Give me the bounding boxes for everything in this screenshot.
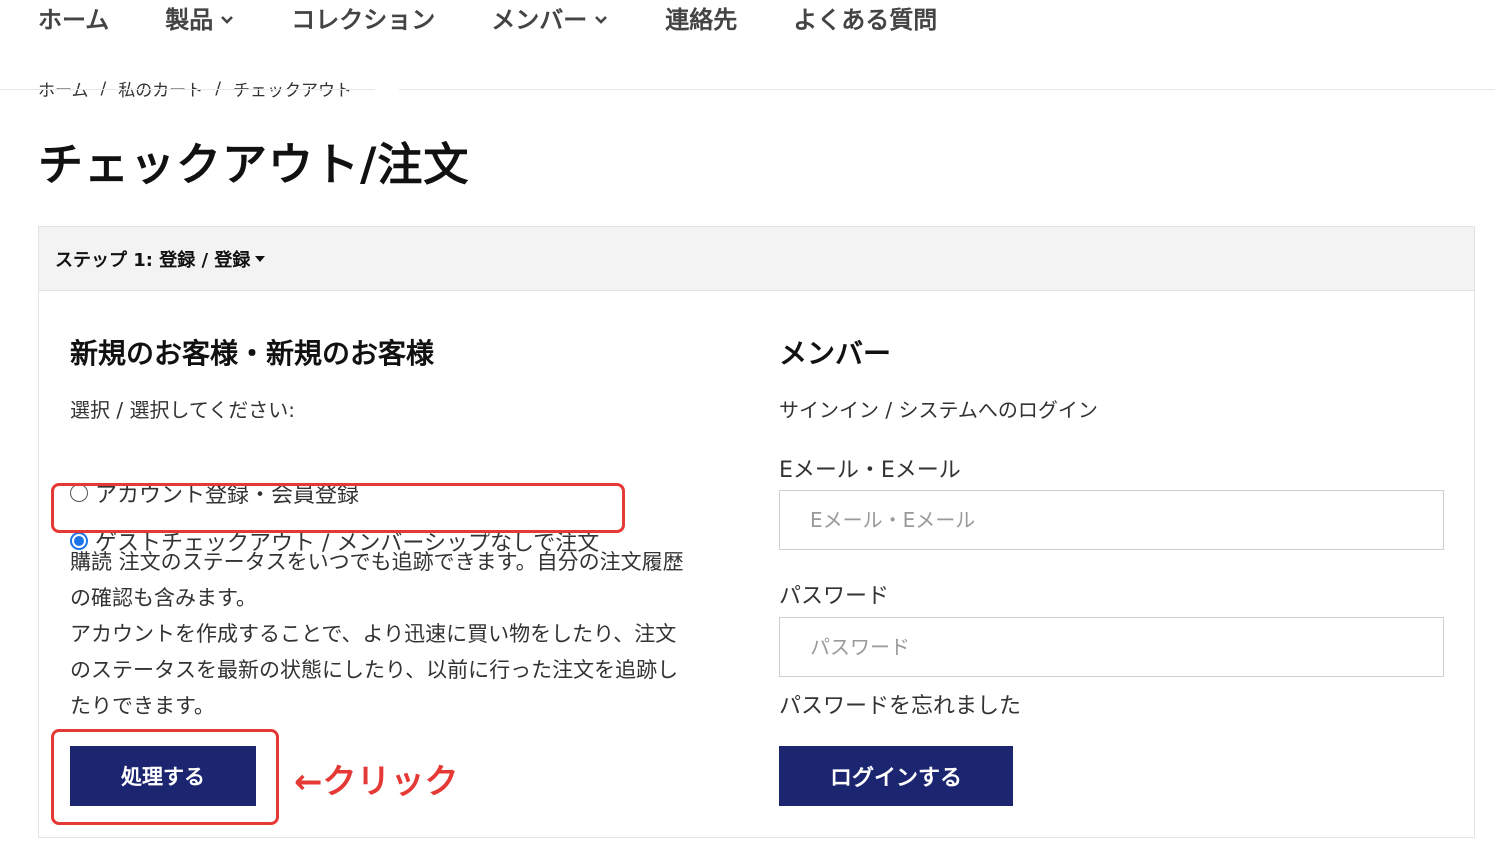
desc-line: たりできます。 [70, 694, 215, 718]
nav-item-contact[interactable]: 連絡先 [665, 0, 737, 40]
nav-item-label: メンバー [491, 6, 588, 34]
password-field[interactable] [779, 617, 1444, 677]
chevron-down-icon [595, 16, 608, 24]
account-benefits-text: 購読 注文のステータスをいつでも追跡できます。自分の注文履歴 の確認も含みます。… [70, 544, 740, 724]
click-annotation: ←クリック [294, 762, 459, 802]
divider [0, 89, 1495, 90]
chevron-down-icon [221, 16, 234, 24]
process-button-highlight [51, 729, 279, 825]
desc-line: アカウントを作成することで、より迅速に買い物をしたり、注文 [70, 622, 677, 646]
member-login-section: メンバー サインイン / システムへのログイン Eメール・Eメール パスワード … [779, 332, 1444, 806]
nav-item-label: ホーム [38, 6, 110, 34]
new-customer-section: 新規のお客様・新規のお客様 選択 / 選択してください: アカウント登録・会員登… [70, 332, 740, 718]
password-label: パスワード [779, 584, 890, 609]
nav-item-members[interactable]: メンバー [491, 0, 609, 40]
step-header[interactable]: ステップ 1: 登録 / 登録 [39, 227, 1474, 291]
member-heading: メンバー [779, 337, 892, 370]
new-customer-prompt: 選択 / 選択してください: [70, 398, 295, 422]
nav-item-label: よくある質問 [793, 6, 938, 34]
login-button[interactable]: ログインする [779, 746, 1013, 806]
page-title: チェックアウト/注文 [38, 138, 470, 191]
top-nav: ホーム 製品 コレクション メンバー 連絡先 よくある質問 [38, 0, 993, 40]
email-field[interactable] [779, 490, 1444, 550]
nav-item-home[interactable]: ホーム [38, 0, 109, 40]
guest-checkout-highlight [51, 483, 625, 533]
nav-item-collections[interactable]: コレクション [291, 0, 435, 40]
caret-down-icon [255, 255, 266, 262]
step-label: ステップ 1: 登録 / 登録 [55, 249, 251, 271]
member-subtitle: サインイン / システムへのログイン [779, 398, 1098, 422]
nav-item-label: 連絡先 [665, 6, 738, 34]
desc-line: の確認も含みます。 [70, 586, 257, 610]
new-customer-heading: 新規のお客様・新規のお客様 [70, 337, 435, 370]
desc-line: のステータスを最新の状態にしたり、以前に行った注文を追跡し [70, 658, 679, 682]
nav-item-label: 製品 [165, 6, 214, 34]
forgot-password-link[interactable]: パスワードを忘れました [779, 688, 1021, 720]
email-label: Eメール・Eメール [779, 458, 961, 483]
nav-item-products[interactable]: 製品 [165, 0, 235, 40]
nav-item-faq[interactable]: よくある質問 [793, 0, 937, 40]
desc-line: 購読 注文のステータスをいつでも追跡できます。自分の注文履歴 [70, 550, 684, 574]
nav-item-label: コレクション [291, 6, 436, 34]
